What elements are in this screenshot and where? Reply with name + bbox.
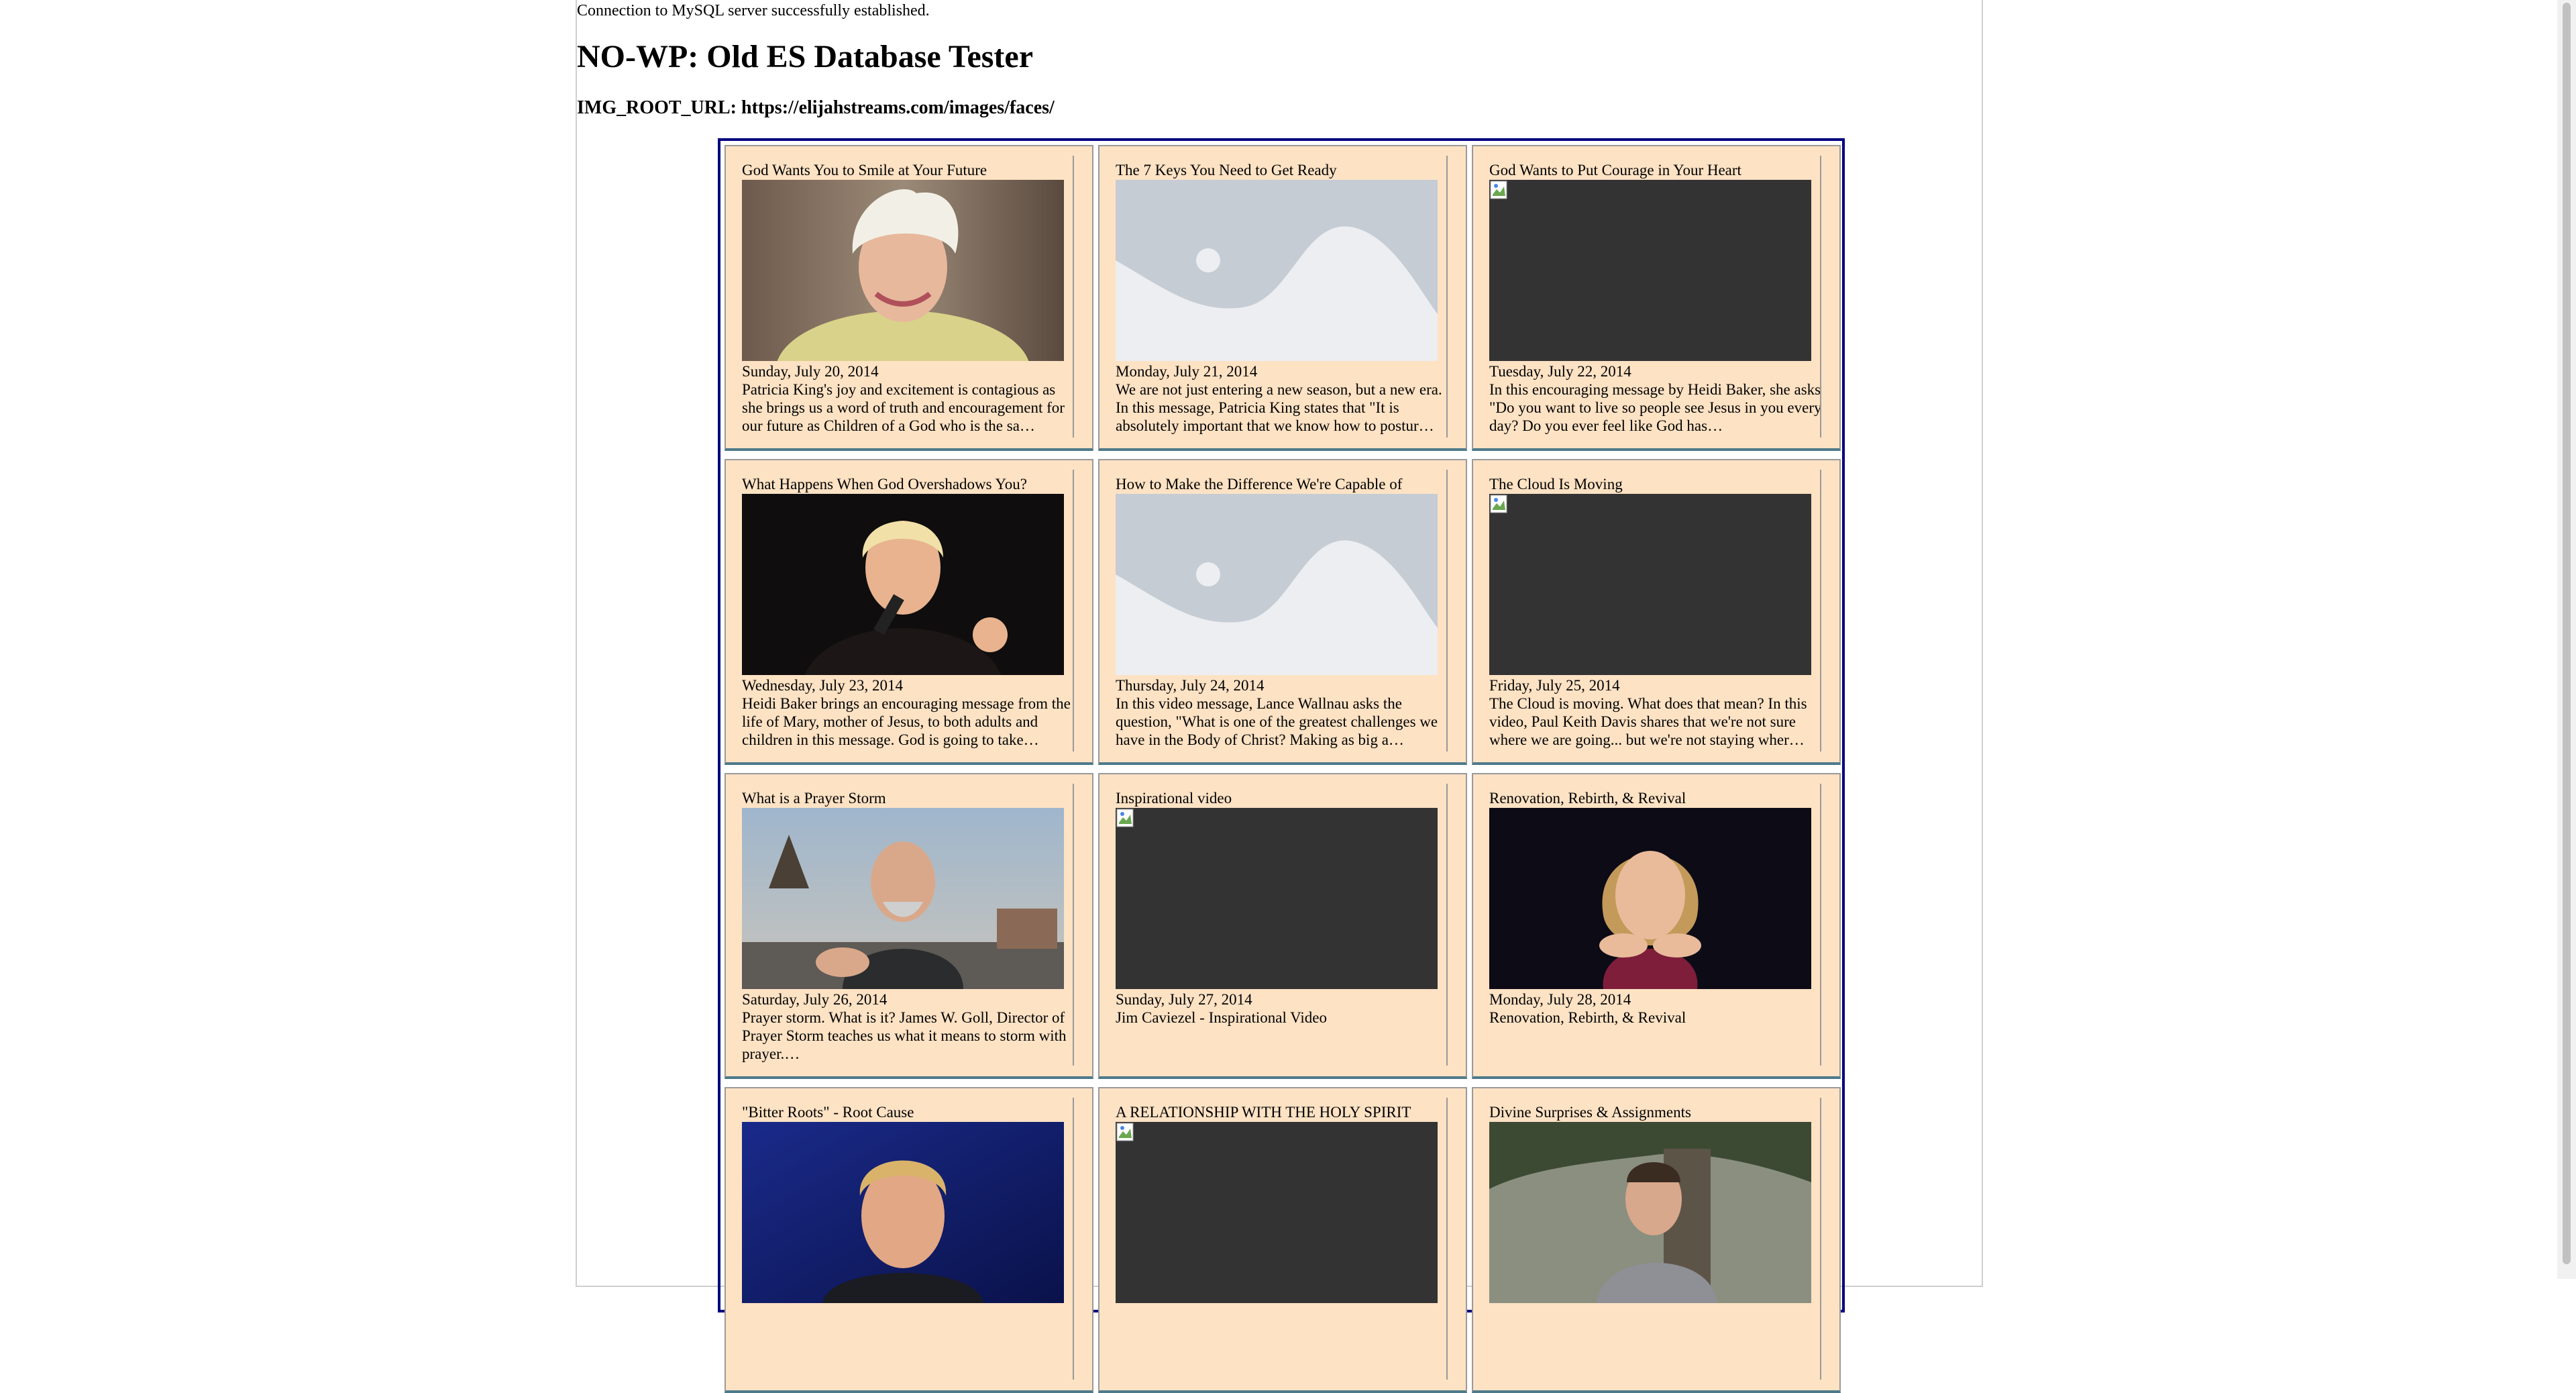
card-content: What Happens When God Overshadows You? W… <box>742 470 1074 752</box>
video-card[interactable]: God Wants to Put Courage in Your Heart T… <box>1472 145 1841 451</box>
card-thumbnail[interactable] <box>1489 808 1811 989</box>
broken-image-icon[interactable] <box>1489 494 1811 675</box>
video-card[interactable]: Renovation, Rebirth, & Revival Monday, J… <box>1472 773 1841 1079</box>
card-title[interactable]: Renovation, Rebirth, & Revival <box>1489 789 1820 808</box>
card-description <box>1116 1323 1446 1378</box>
card-title[interactable]: Inspirational video <box>1116 789 1446 808</box>
card-description: The Cloud is moving. What does that mean… <box>1489 695 1807 748</box>
image-placeholder-icon[interactable] <box>1116 494 1438 675</box>
broken-image-icon[interactable] <box>1116 808 1438 989</box>
card-thumbnail[interactable] <box>1489 1122 1811 1303</box>
video-card[interactable]: Inspirational video Sunday, July 27, 201… <box>1098 773 1467 1079</box>
vertical-scrollbar[interactable] <box>2557 0 2576 1279</box>
video-card[interactable]: What is a Prayer Storm Saturday, July 26… <box>724 773 1093 1079</box>
card-date: Monday, July 21, 2014 <box>1116 363 1258 380</box>
page-title: NO-WP: Old ES Database Tester <box>577 39 1034 74</box>
card-thumbnail[interactable] <box>742 1122 1064 1303</box>
image-placeholder-icon[interactable] <box>1116 180 1438 361</box>
card-description: Jim Caviezel - Inspirational Video <box>1116 1009 1328 1026</box>
img-root-url: IMG_ROOT_URL: https://elijahstreams.com/… <box>577 97 1055 118</box>
card-content: Inspirational video Sunday, July 27, 201… <box>1116 784 1448 1066</box>
card-title[interactable]: God Wants to Put Courage in Your Heart <box>1489 161 1820 180</box>
card-description: Renovation, Rebirth, & Revival <box>1489 1009 1686 1026</box>
card-title[interactable]: What is a Prayer Storm <box>742 789 1073 808</box>
card-content: God Wants to Put Courage in Your Heart T… <box>1489 156 1821 437</box>
video-card[interactable]: What Happens When God Overshadows You? W… <box>724 459 1093 765</box>
card-thumbnail[interactable] <box>742 180 1064 361</box>
card-description <box>1489 1323 1820 1378</box>
card-content: How to Make the Difference We're Capable… <box>1116 470 1448 752</box>
scrollbar-thumb[interactable] <box>2563 3 2571 1264</box>
card-title[interactable]: God Wants You to Smile at Your Future <box>742 161 1073 180</box>
card-thumbnail[interactable] <box>742 808 1064 989</box>
card-content: Divine Surprises & Assignments <box>1489 1098 1821 1380</box>
card-date: Saturday, July 26, 2014 <box>742 991 888 1008</box>
card-content: God Wants You to Smile at Your Future Su… <box>742 156 1074 437</box>
card-content: What is a Prayer Storm Saturday, July 26… <box>742 784 1074 1066</box>
card-description: Heidi Baker brings an encouraging messag… <box>742 695 1071 748</box>
card-date: Tuesday, July 22, 2014 <box>1489 363 1631 380</box>
card-title[interactable]: The 7 Keys You Need to Get Ready <box>1116 161 1446 180</box>
video-card-grid: God Wants You to Smile at Your Future Su… <box>718 138 1845 1393</box>
card-title[interactable]: "Bitter Roots" - Root Cause <box>742 1103 1073 1122</box>
card-description <box>742 1323 1073 1378</box>
card-content: The 7 Keys You Need to Get Ready Monday,… <box>1116 156 1448 437</box>
card-title[interactable]: The Cloud Is Moving <box>1489 475 1820 494</box>
broken-image-icon[interactable] <box>1116 1122 1438 1303</box>
card-date: Friday, July 25, 2014 <box>1489 677 1620 694</box>
card-content: A RELATIONSHIP WITH THE HOLY SPIRIT <box>1116 1098 1448 1380</box>
connection-status: Connection to MySQL server successfully … <box>577 2 930 19</box>
card-date: Sunday, July 27, 2014 <box>1116 991 1252 1008</box>
card-title[interactable]: What Happens When God Overshadows You? <box>742 475 1073 494</box>
video-card[interactable]: God Wants You to Smile at Your Future Su… <box>724 145 1093 451</box>
video-card[interactable]: How to Make the Difference We're Capable… <box>1098 459 1467 765</box>
card-content: Renovation, Rebirth, & Revival Monday, J… <box>1489 784 1821 1066</box>
card-title[interactable]: Divine Surprises & Assignments <box>1489 1103 1820 1122</box>
card-description: Patricia King's joy and excitement is co… <box>742 381 1065 434</box>
card-description: We are not just entering a new season, b… <box>1116 381 1442 434</box>
video-card[interactable]: The 7 Keys You Need to Get Ready Monday,… <box>1098 145 1467 451</box>
card-content: "Bitter Roots" - Root Cause <box>742 1098 1074 1380</box>
card-thumbnail[interactable] <box>742 494 1064 675</box>
video-card[interactable]: "Bitter Roots" - Root Cause <box>724 1087 1093 1393</box>
card-description: In this video message, Lance Wallnau ask… <box>1116 695 1438 748</box>
card-title[interactable]: How to Make the Difference We're Capable… <box>1116 475 1446 494</box>
card-date: Sunday, July 20, 2014 <box>742 363 879 380</box>
card-content: The Cloud Is Moving Friday, July 25, 201… <box>1489 470 1821 752</box>
page-content: Connection to MySQL server successfully … <box>576 0 1983 1393</box>
video-card[interactable]: The Cloud Is Moving Friday, July 25, 201… <box>1472 459 1841 765</box>
video-card[interactable]: Divine Surprises & Assignments <box>1472 1087 1841 1393</box>
card-description: In this encouraging message by Heidi Bak… <box>1489 381 1821 434</box>
card-date: Monday, July 28, 2014 <box>1489 991 1631 1008</box>
card-title[interactable]: A RELATIONSHIP WITH THE HOLY SPIRIT <box>1116 1103 1446 1122</box>
broken-image-icon[interactable] <box>1489 180 1811 361</box>
card-description: Prayer storm. What is it? James W. Goll,… <box>742 1009 1067 1062</box>
card-date: Thursday, July 24, 2014 <box>1116 677 1265 694</box>
card-date: Wednesday, July 23, 2014 <box>742 677 904 694</box>
video-card[interactable]: A RELATIONSHIP WITH THE HOLY SPIRIT <box>1098 1087 1467 1393</box>
